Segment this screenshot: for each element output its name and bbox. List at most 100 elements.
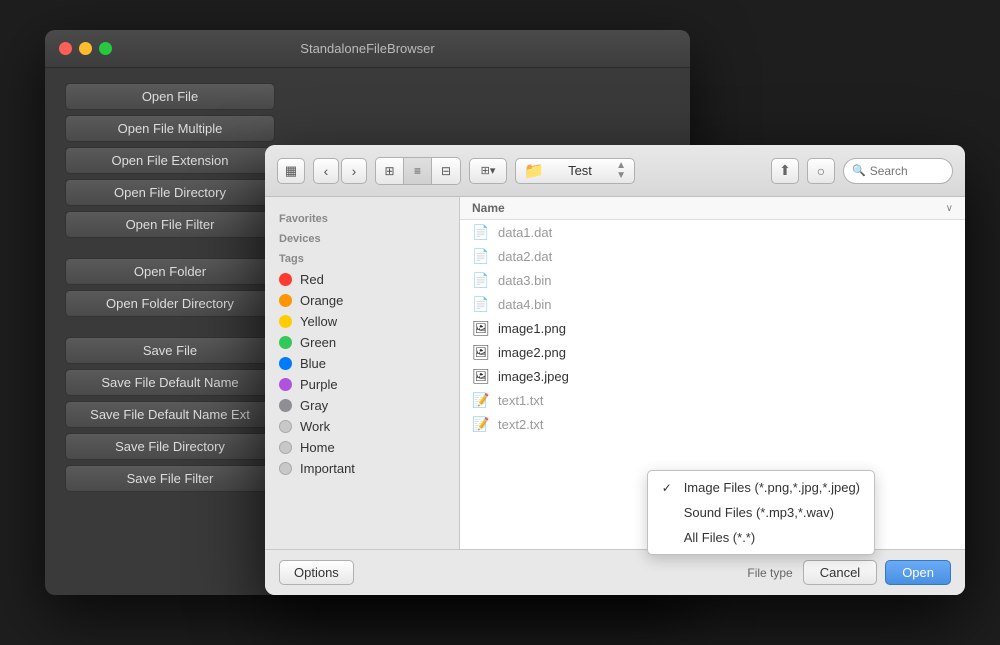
maximize-button[interactable] xyxy=(99,42,112,55)
open-button[interactable]: Open xyxy=(885,560,951,585)
close-button[interactable] xyxy=(59,42,72,55)
file-dialog: ▦ ‹ › ⊞ ≡ ⊟ ⊞▾ 📁 Test xyxy=(265,145,965,595)
list-view-button[interactable]: ≡ xyxy=(404,158,432,184)
panel-toggle-button[interactable]: ▦ xyxy=(277,158,305,184)
save-file-directory-button[interactable]: Save File Directory xyxy=(65,433,275,460)
share-button[interactable]: ⬆ xyxy=(771,158,799,184)
sidebar-tag-orange[interactable]: Orange xyxy=(265,290,459,311)
file-icon-jpeg: 🖼 xyxy=(472,367,490,385)
sidebar-tag-home[interactable]: Home xyxy=(265,437,459,458)
file-list-item[interactable]: 📄 data4.bin xyxy=(460,292,965,316)
gray-tag-dot xyxy=(279,399,292,412)
gray-tag-label: Gray xyxy=(300,398,328,413)
save-file-default-name-button[interactable]: Save File Default Name xyxy=(65,369,275,396)
dialog-toolbar: ▦ ‹ › ⊞ ≡ ⊟ ⊞▾ 📁 Test xyxy=(265,145,965,197)
nav-buttons: ‹ › xyxy=(313,158,367,184)
file-name: image2.png xyxy=(498,345,566,360)
green-tag-dot xyxy=(279,336,292,349)
open-file-filter-button[interactable]: Open File Filter xyxy=(65,211,275,238)
sidebar-tag-red[interactable]: Red xyxy=(265,269,459,290)
dialog-sidebar: FavoritesDevicesTagsRedOrangeYellowGreen… xyxy=(265,197,460,549)
file-name: image1.png xyxy=(498,321,566,336)
orange-tag-label: Orange xyxy=(300,293,343,308)
folder-icon: 📁 xyxy=(524,161,544,181)
filetype-option[interactable]: Sound Files (*.mp3,*.wav) xyxy=(648,500,874,525)
sidebar-tag-blue[interactable]: Blue xyxy=(265,353,459,374)
blue-tag-dot xyxy=(279,357,292,370)
forward-button[interactable]: › xyxy=(341,158,367,184)
search-box[interactable]: 🔍 xyxy=(843,158,953,184)
open-file-directory-button[interactable]: Open File Directory xyxy=(65,179,275,206)
file-name: image3.jpeg xyxy=(498,369,569,384)
file-icon-bin: 📄 xyxy=(472,295,490,313)
title-bar: StandaloneFileBrowser xyxy=(45,30,690,68)
column-name-header: Name xyxy=(472,201,946,215)
green-tag-label: Green xyxy=(300,335,336,350)
file-name: data1.dat xyxy=(498,225,552,240)
save-file-button[interactable]: Save File xyxy=(65,337,275,364)
yellow-tag-dot xyxy=(279,315,292,328)
filetype-option-label: All Files (*.*) xyxy=(684,530,756,545)
dialog-action-buttons: Cancel Open xyxy=(803,560,951,585)
file-name: text1.txt xyxy=(498,393,544,408)
file-list-item[interactable]: 📄data2.dat xyxy=(460,244,965,268)
column-view-button[interactable]: ⊟ xyxy=(432,158,460,184)
file-list-item[interactable]: 🖼image1.png xyxy=(460,316,965,340)
columns-icon: ⊟ xyxy=(441,164,451,178)
search-input[interactable] xyxy=(870,164,950,178)
grid-icon: ⊞ xyxy=(384,164,394,178)
file-list-item[interactable]: 📄data3.bin xyxy=(460,268,965,292)
minimize-button[interactable] xyxy=(79,42,92,55)
folder-selector[interactable]: 📁 Test ▲ ▼ xyxy=(515,158,635,184)
sidebar-tag-purple[interactable]: Purple xyxy=(265,374,459,395)
back-button[interactable]: ‹ xyxy=(313,158,339,184)
save-file-filter-button[interactable]: Save File Filter xyxy=(65,465,275,492)
open-folder-directory-button[interactable]: Open Folder Directory xyxy=(65,290,275,317)
sidebar-tag-work[interactable]: Work xyxy=(265,416,459,437)
file-list-item[interactable]: 🖼image2.png xyxy=(460,340,965,364)
home-tag-dot xyxy=(279,441,292,454)
red-tag-label: Red xyxy=(300,272,324,287)
filetype-option[interactable]: All Files (*.*) xyxy=(648,525,874,550)
sidebar-tag-green[interactable]: Green xyxy=(265,332,459,353)
open-folder-button[interactable]: Open Folder xyxy=(65,258,275,285)
file-list-item[interactable]: 🖼 image3.jpeg xyxy=(460,364,965,388)
sidebar-tag-yellow[interactable]: Yellow xyxy=(265,311,459,332)
filetype-option-label: Image Files (*.png,*.jpg,*.jpeg) xyxy=(684,480,860,495)
file-type-label: File type xyxy=(747,566,792,580)
list-icon: ≡ xyxy=(414,164,421,178)
panel-icon: ▦ xyxy=(285,163,297,179)
filetype-dropdown-menu: ✓Image Files (*.png,*.jpg,*.jpeg)Sound F… xyxy=(647,470,875,555)
red-tag-dot xyxy=(279,273,292,286)
folder-name-label: Test xyxy=(568,163,592,178)
grid-view-button[interactable]: ⊞ xyxy=(376,158,404,184)
orange-tag-dot xyxy=(279,294,292,307)
traffic-lights xyxy=(59,42,112,55)
share-icon: ⬆ xyxy=(779,162,791,179)
file-icon-dat: 📄 xyxy=(472,247,490,265)
open-file-button[interactable]: Open File xyxy=(65,83,275,110)
options-button[interactable]: Options xyxy=(279,560,354,585)
cancel-button[interactable]: Cancel xyxy=(803,560,877,585)
work-tag-label: Work xyxy=(300,419,330,434)
save-file-default-name-ext-button[interactable]: Save File Default Name Ext xyxy=(65,401,275,428)
file-list-item[interactable]: 📝text2.txt xyxy=(460,412,965,436)
sidebar-section-favorites: Favorites xyxy=(265,209,459,229)
tag-button[interactable]: ○ xyxy=(807,158,835,184)
tag-icon: ○ xyxy=(817,163,825,179)
gallery-icon: ⊞▾ xyxy=(481,164,496,177)
sidebar-tag-gray[interactable]: Gray xyxy=(265,395,459,416)
open-file-multiple-button[interactable]: Open File Multiple xyxy=(65,115,275,142)
file-list-item[interactable]: 📝text1.txt xyxy=(460,388,965,412)
sidebar-tag-important[interactable]: Important xyxy=(265,458,459,479)
search-icon: 🔍 xyxy=(852,164,866,177)
file-icon-txt: 📝 xyxy=(472,415,490,433)
filetype-option[interactable]: ✓Image Files (*.png,*.jpg,*.jpeg) xyxy=(648,475,874,500)
important-tag-label: Important xyxy=(300,461,355,476)
open-file-extension-button[interactable]: Open File Extension xyxy=(65,147,275,174)
file-name: data4.bin xyxy=(498,297,552,312)
gallery-view-button[interactable]: ⊞▾ xyxy=(469,158,507,184)
dialog-footer: Options File type Cancel Open xyxy=(265,549,965,595)
file-list-item[interactable]: 📄data1.dat xyxy=(460,220,965,244)
view-toggle-group: ⊞ ≡ ⊟ xyxy=(375,157,461,185)
